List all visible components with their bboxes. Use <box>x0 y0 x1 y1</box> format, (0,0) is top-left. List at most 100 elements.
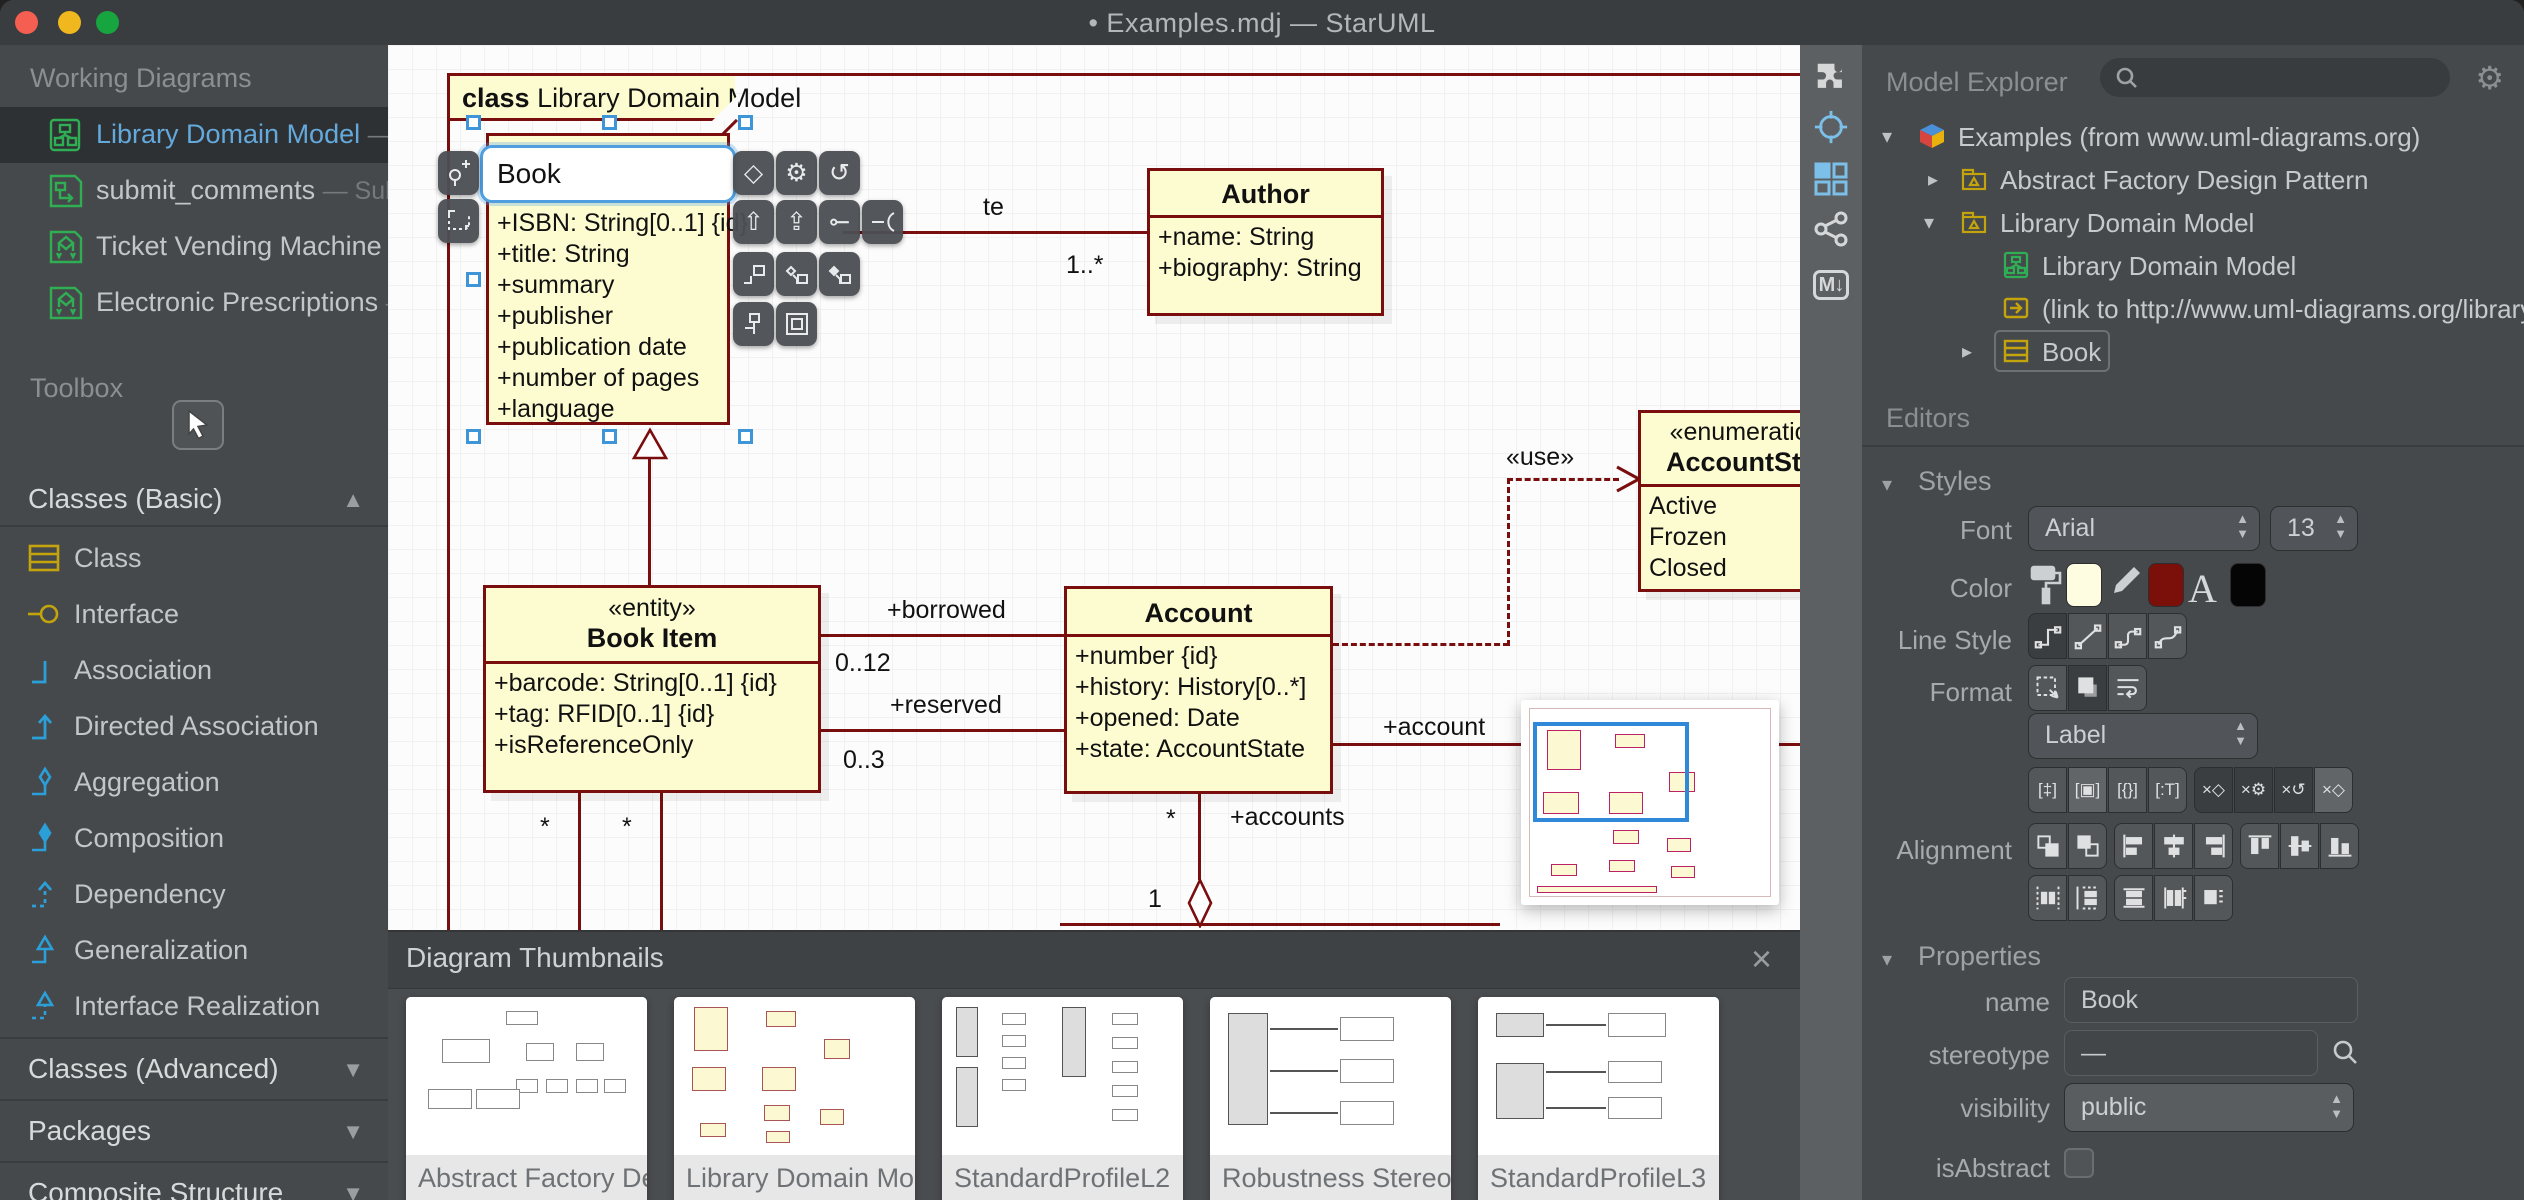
quick-required-interface-button[interactable] <box>862 200 903 244</box>
font-size-stepper[interactable]: 13 ▲ ▼ <box>2270 506 2358 551</box>
stereotype-search-icon[interactable] <box>2330 1037 2360 1067</box>
selection-handle[interactable] <box>466 272 481 287</box>
class-account[interactable]: Account +number {id} +history: History[0… <box>1064 586 1333 794</box>
overview-viewport[interactable] <box>1533 722 1689 822</box>
quick-containment-button[interactable] <box>733 302 774 346</box>
fill-color-roller-icon[interactable] <box>2028 563 2064 607</box>
quick-add-note-button[interactable] <box>438 199 479 243</box>
working-diagram-submit-comments[interactable]: submit_comments — Submit <box>0 163 388 219</box>
quick-association-button[interactable] <box>733 252 774 296</box>
tool-generalization[interactable]: Generalization <box>0 923 388 979</box>
line-style-oblique-button[interactable] <box>2068 613 2107 659</box>
stereotype-display-select[interactable]: Label ▲ ▼ <box>2028 713 2258 759</box>
quick-generalization-button[interactable]: ⇧ <box>733 200 774 244</box>
format-word-wrap-button[interactable] <box>2108 665 2147 711</box>
enum-account-state[interactable]: «enumeration»AccountState Active Frozen … <box>1638 410 1800 592</box>
line-color-pencil-icon[interactable] <box>2110 563 2144 607</box>
edge-label-reserved[interactable]: +reserved <box>890 691 1002 720</box>
tool-association[interactable]: Association <box>0 643 388 699</box>
quick-substate-button[interactable]: ↺ <box>819 151 860 195</box>
distribute-horizontal-button[interactable] <box>2028 875 2067 921</box>
focus-diagram-button[interactable] <box>1813 109 1849 145</box>
diagram-overview-panel[interactable] <box>1521 700 1779 905</box>
class-author[interactable]: Author +name: String +biography: String <box>1147 168 1384 316</box>
tree-item-book[interactable]: ▸ Book <box>1862 330 2524 373</box>
edge-reserved[interactable] <box>821 729 1064 732</box>
edge-label-borrowed-mult[interactable]: 0..12 <box>835 649 891 678</box>
align-bottom-button[interactable] <box>2320 823 2359 869</box>
align-right-button[interactable] <box>2194 823 2233 869</box>
working-diagram-electronic-prescriptions[interactable]: Electronic Prescriptions — E <box>0 275 388 331</box>
quick-composition-button[interactable] <box>819 252 860 296</box>
edge-label-borrowed[interactable]: +borrowed <box>887 596 1006 625</box>
align-left-button[interactable] <box>2114 823 2153 869</box>
edge-label-use[interactable]: «use» <box>1506 443 1574 472</box>
explorer-settings-gear-icon[interactable]: ⚙ <box>2475 59 2504 97</box>
show-name-button[interactable]: [▣] <box>2068 767 2107 813</box>
format-show-shadow-button[interactable] <box>2068 665 2107 711</box>
visibility-select[interactable]: public ▲ ▼ <box>2064 1083 2354 1132</box>
selection-handle[interactable] <box>738 115 753 130</box>
class-name-editor[interactable]: Book <box>480 145 736 203</box>
isabstract-checkbox[interactable] <box>2064 1148 2094 1178</box>
markdown-button[interactable]: M↓ <box>1813 267 1849 303</box>
tool-aggregation[interactable]: Aggregation <box>0 755 388 811</box>
working-diagram-ticket-vending-machine[interactable]: Ticket Vending Machine — T <box>0 219 388 275</box>
edge-bookitem-down-2[interactable] <box>660 793 663 930</box>
edge-use-dependency[interactable] <box>1333 643 1509 646</box>
edge-label-author-mult[interactable]: 1..* <box>1066 251 1104 280</box>
tree-item-library-domain-model-diagram[interactable]: Library Domain Model <box>1862 244 2524 287</box>
font-color-letter-icon[interactable]: A <box>2188 565 2217 612</box>
caret-right-icon[interactable]: ▸ <box>1962 339 1972 364</box>
edge-label-star[interactable]: * <box>1166 805 1176 834</box>
selection-handle[interactable] <box>466 115 481 130</box>
quick-attribute-button[interactable]: ◇ <box>733 151 774 195</box>
quick-aggregation-button[interactable] <box>776 252 817 296</box>
tree-item-hyperlink[interactable]: (link to http://www.uml-diagrams.org/lib… <box>1862 287 2524 330</box>
model-search[interactable] <box>2100 58 2450 97</box>
quick-realization-button[interactable]: ⇪ <box>776 200 817 244</box>
line-color-swatch[interactable] <box>2148 563 2184 607</box>
fill-color-swatch[interactable] <box>2066 563 2102 607</box>
suppress-attributes-button[interactable]: ×◇ <box>2314 767 2353 813</box>
select-tool-button[interactable] <box>172 400 224 450</box>
tool-composition[interactable]: Composition <box>0 811 388 867</box>
tool-dependency[interactable]: Dependency <box>0 867 388 923</box>
align-center-button[interactable] <box>2154 823 2193 869</box>
send-to-back-button[interactable] <box>2068 823 2107 869</box>
selection-handle[interactable] <box>738 429 753 444</box>
thumbnail-library-domain-model[interactable]: Library Domain Model <box>674 997 915 1200</box>
tree-item-library-domain-model-pkg[interactable]: ▾ Library Domain Model <box>1862 201 2524 244</box>
font-color-swatch[interactable] <box>2230 563 2266 607</box>
working-diagram-library-domain-model[interactable]: Library Domain Model — Lib <box>0 107 388 163</box>
quick-part-button[interactable] <box>776 302 817 346</box>
quick-operation-button[interactable]: ⚙ <box>776 151 817 195</box>
extensions-button[interactable] <box>1813 59 1849 95</box>
edge-label-account[interactable]: +account <box>1383 713 1485 742</box>
class-book-item[interactable]: «entity» Book Item +barcode: String[0..1]… <box>483 585 821 793</box>
line-style-rounded-button[interactable] <box>2108 613 2147 659</box>
thumbnail-standardprofilel2[interactable]: StandardProfileL2 <box>942 997 1183 1200</box>
edge-label-wrote[interactable]: te <box>983 193 1004 222</box>
hide-receptions-button[interactable]: ×↺ <box>2274 767 2313 813</box>
name-input[interactable]: Book <box>2064 977 2358 1023</box>
edge-label-one[interactable]: 1 <box>1148 885 1162 914</box>
show-multiplicity-button[interactable]: [‡] <box>2028 767 2067 813</box>
distribute-vertical-button[interactable] <box>2068 875 2107 921</box>
tool-directed-association[interactable]: Directed Association <box>0 699 388 755</box>
equal-size-button[interactable] <box>2194 875 2233 921</box>
selection-handle[interactable] <box>602 115 617 130</box>
toolbox-section-classes-basic[interactable]: Classes (Basic) ▲ <box>0 473 388 525</box>
edge-bookitem-down-1[interactable] <box>578 793 581 930</box>
edge-borrowed[interactable] <box>821 634 1064 637</box>
selection-handle[interactable] <box>602 429 617 444</box>
quick-provided-interface-button[interactable]: ⊸ <box>819 200 860 244</box>
thumbnail-abstract-factory[interactable]: Abstract Factory Design <box>406 997 647 1200</box>
equal-width-button[interactable] <box>2154 875 2193 921</box>
hide-operations-button[interactable]: ×⚙ <box>2234 767 2273 813</box>
thumbnail-standardprofilel3[interactable]: StandardProfileL3 <box>1478 997 1719 1200</box>
selection-handle[interactable] <box>466 429 481 444</box>
edge-label-accounts[interactable]: +accounts <box>1230 803 1345 832</box>
toolbox-section-classes-advanced[interactable]: Classes (Advanced) ▼ <box>0 1043 388 1095</box>
line-style-curve-button[interactable] <box>2148 613 2187 659</box>
